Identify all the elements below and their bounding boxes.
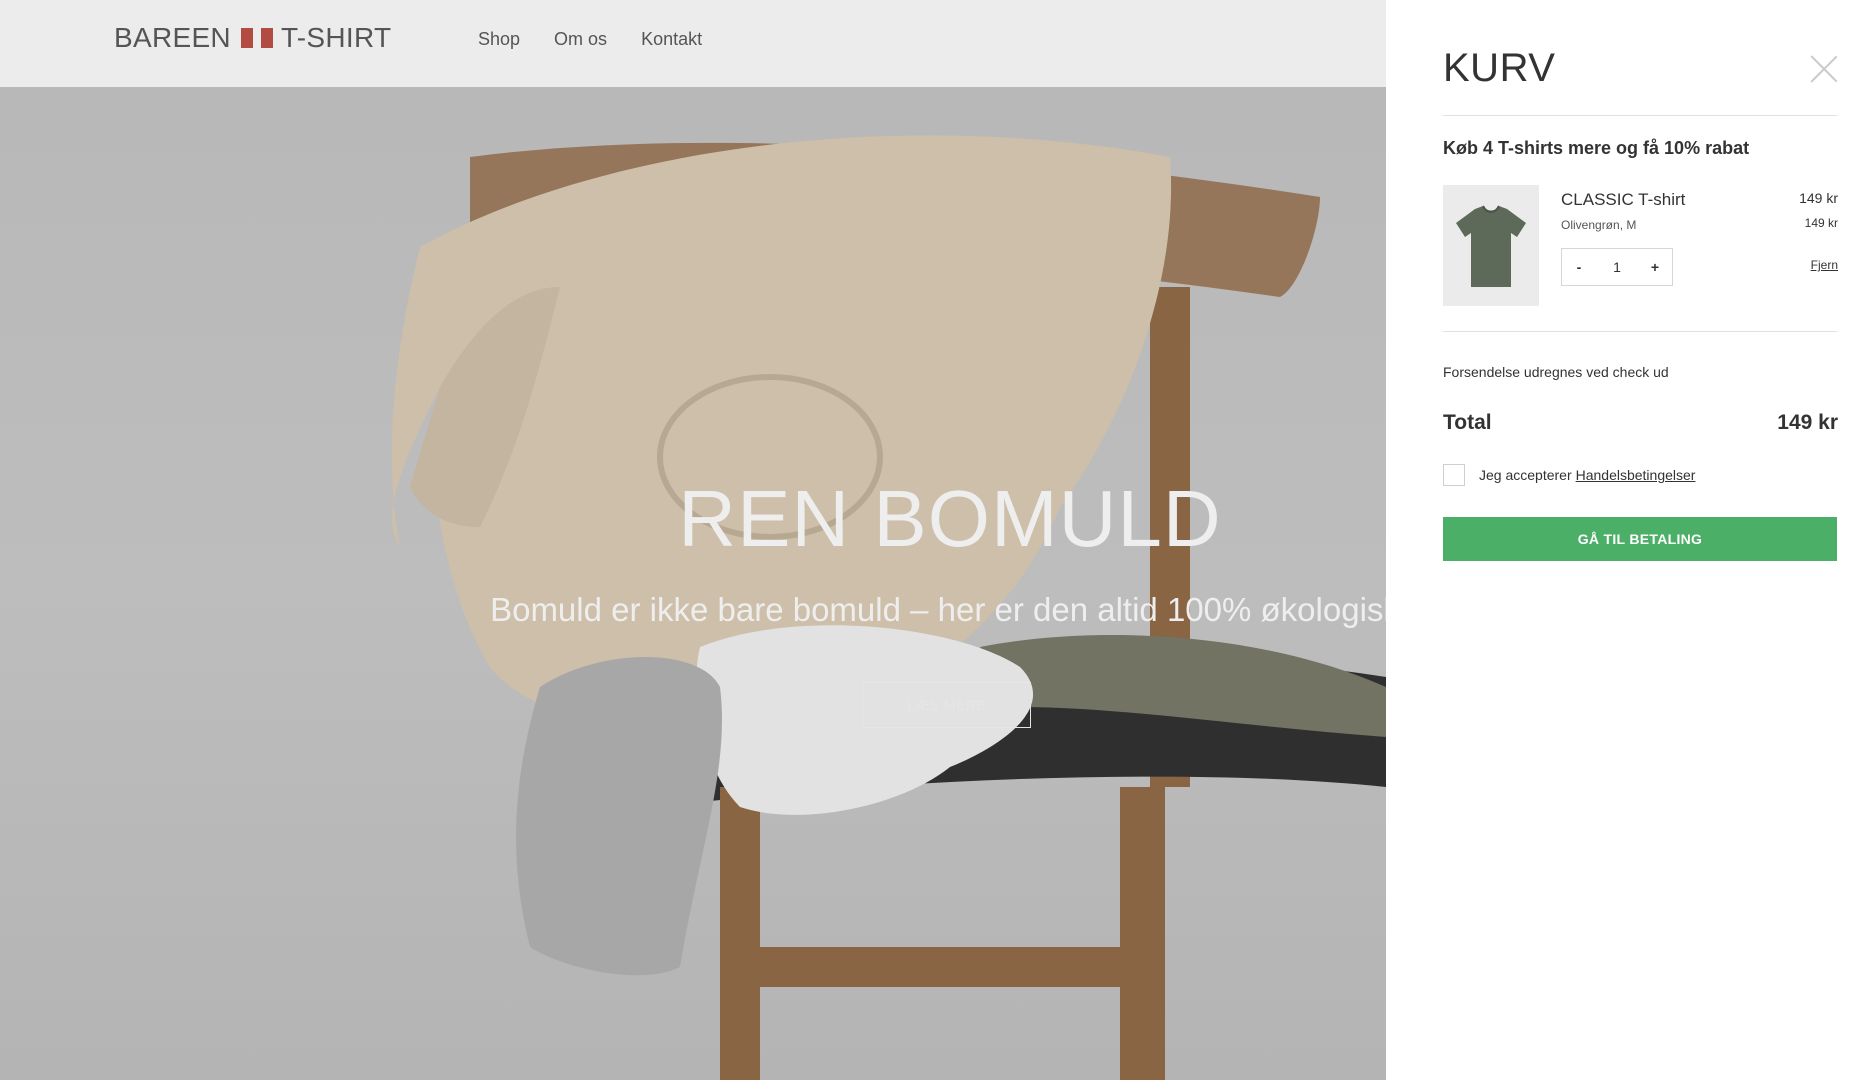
terms-link[interactable]: Handelsbetingelser xyxy=(1576,467,1696,483)
divider xyxy=(1443,115,1837,116)
nav-contact[interactable]: Kontakt xyxy=(641,29,702,50)
item-name[interactable]: CLASSIC T-shirt xyxy=(1561,190,1685,210)
item-variant: Olivengrøn, M xyxy=(1561,218,1637,232)
product-thumbnail[interactable] xyxy=(1443,185,1539,306)
brand-name-right: T-SHIRT xyxy=(280,22,392,53)
promo-text: Køb 4 T-shirts mere og få 10% rabat xyxy=(1443,138,1750,158)
remove-link[interactable]: Fjern xyxy=(1811,258,1838,272)
cart-panel: KURV Køb 4 T-shirts mere og få 10% rabat… xyxy=(1386,0,1871,1080)
hero-title: REN BOMULD xyxy=(678,474,1222,563)
main-nav: Shop Om os Kontakt xyxy=(478,29,702,50)
nav-about[interactable]: Om os xyxy=(554,29,607,50)
hero-subtitle: Bomuld er ikke bare bomuld – her er den … xyxy=(490,591,1386,628)
hero-banner: REN BOMULD Bomuld er ikke bare bomuld – … xyxy=(0,87,1386,1080)
divider xyxy=(1443,331,1837,332)
item-unit-price: 149 kr xyxy=(1804,216,1838,230)
hero-image xyxy=(391,135,1386,1080)
site-header: BAREEN T-SHIRT Shop Om os Kontakt xyxy=(0,0,1386,87)
quantity-value[interactable]: 1 xyxy=(1613,259,1621,275)
shipping-note: Forsendelse udregnes ved check ud xyxy=(1443,364,1669,380)
total-label: Total xyxy=(1443,411,1492,434)
read-more-button[interactable]: LÆS MERE xyxy=(862,682,1031,728)
brand-logo[interactable]: BAREEN T-SHIRT xyxy=(114,22,391,54)
close-icon[interactable] xyxy=(1810,55,1838,83)
item-price: 149 kr xyxy=(1799,190,1838,206)
brand-name-left: BAREEN xyxy=(114,22,231,53)
quantity-stepper: - 1 + xyxy=(1561,248,1673,286)
decrement-button[interactable]: - xyxy=(1570,259,1588,275)
terms-checkbox[interactable] xyxy=(1443,464,1465,486)
tshirt-icon xyxy=(1456,204,1526,287)
terms-prefix: Jeg accepterer xyxy=(1479,467,1572,483)
checkout-button[interactable]: GÅ TIL BETALING xyxy=(1443,517,1837,561)
increment-button[interactable]: + xyxy=(1646,259,1664,275)
total-value: 149 kr xyxy=(1777,411,1838,434)
flag-icon xyxy=(240,28,273,48)
nav-shop[interactable]: Shop xyxy=(478,29,520,50)
terms-row: Jeg accepterer Handelsbetingelser xyxy=(1443,464,1695,486)
cart-title: KURV xyxy=(1443,46,1556,90)
